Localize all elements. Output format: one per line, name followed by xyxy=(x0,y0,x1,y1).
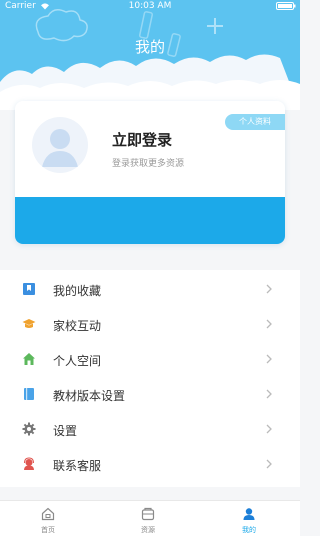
tab-resources[interactable]: 资源 xyxy=(118,501,178,536)
profile-card[interactable]: 立即登录 登录获取更多资源 个人资料 xyxy=(15,101,285,244)
status-time: 10:03 AM xyxy=(128,1,172,11)
tab-label: 首页 xyxy=(41,526,55,534)
tab-mine[interactable]: 我的 xyxy=(219,501,279,536)
bookmark-icon xyxy=(23,283,35,295)
avatar[interactable] xyxy=(32,117,88,173)
status-bar: Carrier 10:03 AM xyxy=(0,0,300,14)
menu-item-personal-space[interactable]: 个人空间 xyxy=(0,341,300,376)
menu-item-label: 我的收藏 xyxy=(53,284,102,298)
menu-item-settings[interactable]: 设置 xyxy=(0,411,300,446)
customer-service-icon xyxy=(24,457,34,470)
home-icon xyxy=(23,353,35,365)
user-avatar-icon xyxy=(42,129,78,167)
menu-item-label: 教材版本设置 xyxy=(53,389,126,403)
page-title: 我的 xyxy=(134,38,165,56)
graduation-cap-icon xyxy=(22,319,36,328)
menu-item-label: 设置 xyxy=(53,424,78,438)
book-icon xyxy=(24,388,34,400)
chevron-right-icon xyxy=(266,354,272,364)
tab-label: 我的 xyxy=(242,526,256,534)
chevron-right-icon xyxy=(266,459,272,469)
chevron-right-icon xyxy=(266,319,272,329)
menu-item-label: 联系客服 xyxy=(53,459,102,473)
card-bottom-strip xyxy=(15,197,285,244)
menu-item-favorites[interactable]: 我的收藏 xyxy=(0,271,300,306)
resource-tab-icon xyxy=(141,507,155,521)
tab-home[interactable]: 首页 xyxy=(18,501,78,536)
chevron-right-icon xyxy=(266,424,272,434)
chevron-right-icon xyxy=(266,284,272,294)
menu-list: 我的收藏 家校互动 个人空间 教材版本设置 设置 联系客服 xyxy=(0,270,300,487)
chevron-right-icon xyxy=(266,389,272,399)
battery-icon xyxy=(276,2,296,10)
menu-item-customer-service[interactable]: 联系客服 xyxy=(0,446,300,481)
tab-bar: 首页 资源 我的 xyxy=(0,500,300,536)
tab-label: 资源 xyxy=(141,526,155,534)
menu-item-label: 个人空间 xyxy=(53,354,102,368)
menu-item-textbook-version[interactable]: 教材版本设置 xyxy=(0,376,300,411)
home-tab-icon xyxy=(41,507,55,521)
user-tab-icon xyxy=(243,508,255,520)
login-subtitle: 登录获取更多资源 xyxy=(112,159,185,169)
menu-item-label: 家校互动 xyxy=(53,319,102,333)
menu-item-home-school[interactable]: 家校互动 xyxy=(0,306,300,341)
gear-icon xyxy=(22,422,36,436)
profile-info-button[interactable]: 个人资料 xyxy=(225,114,285,130)
login-title[interactable]: 立即登录 xyxy=(112,129,172,150)
